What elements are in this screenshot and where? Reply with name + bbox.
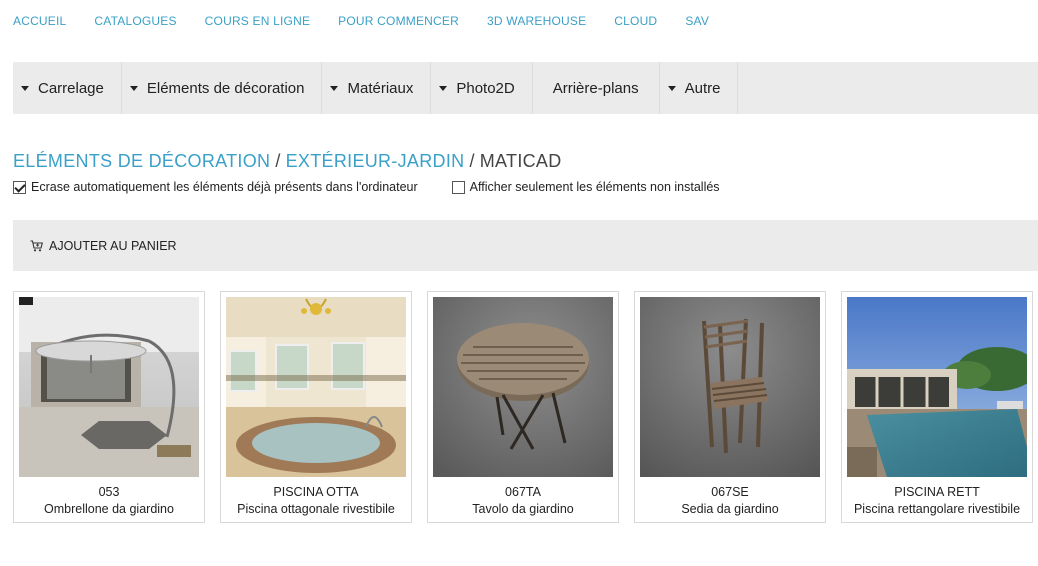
add-to-cart-label: AJOUTER AU PANIER	[49, 238, 177, 253]
caret-down-icon	[667, 85, 676, 91]
product-name: Tavolo da giardino	[472, 502, 574, 516]
product-code: 067SE	[711, 485, 749, 499]
not-installed-checkbox[interactable]	[451, 180, 465, 194]
product-card-table[interactable]: 067TA Tavolo da giardino	[427, 291, 619, 523]
overwrite-checkbox[interactable]	[13, 180, 26, 194]
product-name: Ombrellone da giardino	[44, 502, 174, 516]
top-navigation: ACCUEIL CATALOGUES COURS EN LIGNE POUR C…	[13, 14, 737, 28]
caret-down-icon	[439, 85, 448, 91]
product-code: PISCINA OTTA	[273, 485, 359, 499]
category-label: Carrelage	[38, 79, 104, 97]
caret-down-icon	[330, 85, 339, 91]
not-installed-label: Afficher seulement les éléments non inst…	[469, 180, 720, 194]
breadcrumb-level1[interactable]: ELÉMENTS DE DÉCORATION	[13, 151, 270, 171]
product-name: Piscina ottagonale rivestibile	[237, 502, 395, 516]
category-arriere-plans[interactable]: Arrière-plans	[533, 62, 660, 114]
category-label: Autre	[684, 79, 721, 97]
breadcrumb-separator: /	[469, 151, 475, 171]
category-label: Arrière-plans	[552, 79, 639, 97]
product-thumbnail	[433, 297, 613, 477]
product-card-umbrella[interactable]: 053 Ombrellone da giardino	[13, 291, 205, 523]
not-installed-option[interactable]: Afficher seulement les éléments non inst…	[451, 180, 720, 194]
category-bar: Carrelage Eléments de décoration Matéria…	[13, 62, 1038, 114]
product-thumbnail	[847, 297, 1027, 477]
nav-catalogues[interactable]: CATALOGUES	[94, 14, 176, 28]
breadcrumb-separator: /	[275, 151, 281, 171]
product-name: Sedia da giardino	[681, 502, 779, 516]
product-code: 067TA	[505, 485, 541, 499]
options-row: Ecrase automatiquement les éléments déjà…	[13, 180, 754, 194]
product-grid: 053 Ombrellone da giardino PISCINA OTTA …	[13, 291, 1033, 523]
category-photo2d[interactable]: Photo2D	[431, 62, 533, 114]
cart-bar: AJOUTER AU PANIER	[13, 220, 1038, 271]
nav-pour-commencer[interactable]: POUR COMMENCER	[338, 14, 459, 28]
breadcrumb-level2[interactable]: EXTÉRIEUR-JARDIN	[286, 151, 465, 171]
category-label: Matériaux	[347, 79, 414, 97]
product-thumbnail	[19, 297, 199, 477]
breadcrumb-current: MATICAD	[479, 151, 562, 171]
category-carrelage[interactable]: Carrelage	[13, 62, 122, 114]
nav-3d-warehouse[interactable]: 3D WAREHOUSE	[487, 14, 586, 28]
category-label: Eléments de décoration	[146, 79, 305, 97]
category-autre[interactable]: Autre	[660, 62, 739, 114]
breadcrumb: ELÉMENTS DE DÉCORATION / EXTÉRIEUR-JARDIN /…	[13, 151, 562, 172]
product-code: 053	[98, 485, 120, 499]
nav-cours-en-ligne[interactable]: COURS EN LIGNE	[205, 14, 311, 28]
product-thumbnail	[226, 297, 406, 477]
nav-accueil[interactable]: ACCUEIL	[13, 14, 66, 28]
category-label: Photo2D	[456, 79, 515, 97]
caret-down-icon	[21, 85, 29, 91]
product-card-chair[interactable]: 067SE Sedia da giardino	[634, 291, 826, 523]
add-to-cart-button[interactable]: AJOUTER AU PANIER	[30, 239, 177, 253]
product-code: PISCINA RETT	[894, 485, 980, 499]
product-name: Piscina rettangolare rivestibile	[853, 502, 1021, 516]
category-elements-decoration[interactable]: Eléments de décoration	[122, 62, 323, 114]
overwrite-label: Ecrase automatiquement les éléments déjà…	[31, 180, 418, 194]
product-thumbnail	[640, 297, 820, 477]
nav-sav[interactable]: SAV	[685, 14, 709, 28]
category-materiaux[interactable]: Matériaux	[322, 62, 432, 114]
nav-cloud[interactable]: CLOUD	[614, 14, 657, 28]
product-card-rectangular-pool[interactable]: PISCINA RETT Piscina rettangolare rivest…	[841, 291, 1033, 523]
cart-icon	[30, 239, 43, 251]
overwrite-option[interactable]: Ecrase automatiquement les éléments déjà…	[13, 180, 418, 194]
caret-down-icon	[129, 85, 138, 91]
product-card-octagonal-pool[interactable]: PISCINA OTTA Piscina ottagonale rivestib…	[220, 291, 412, 523]
